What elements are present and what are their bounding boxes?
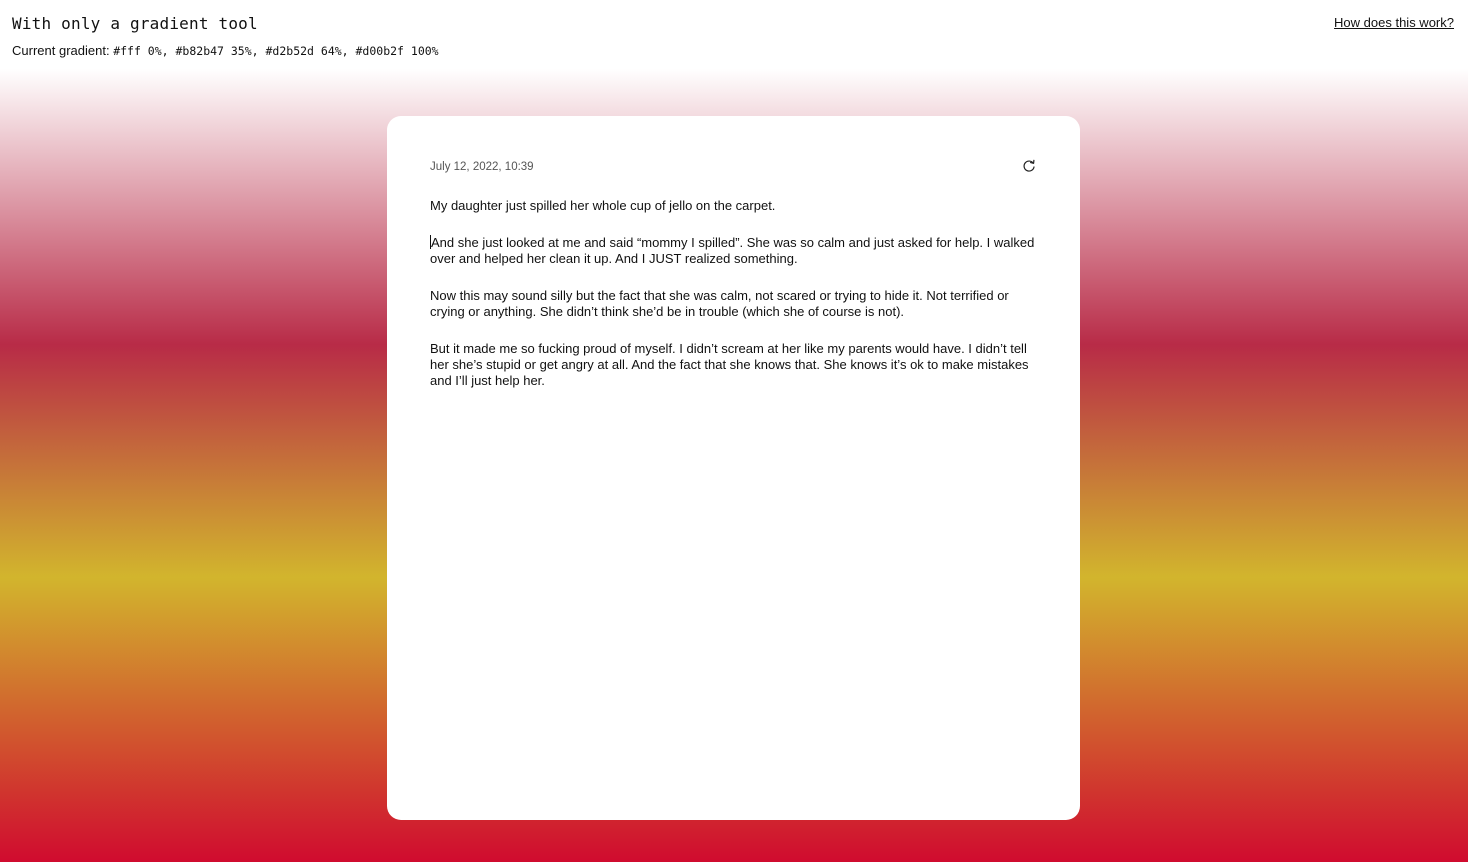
refresh-icon[interactable] xyxy=(1021,158,1037,174)
gradient-label: Current gradient: xyxy=(12,43,110,58)
how-does-this-work-link[interactable]: How does this work? xyxy=(1334,15,1454,30)
current-gradient: Current gradient: #fff 0%, #b82b47 35%, … xyxy=(12,43,439,58)
entry-paragraph-4: But it made me so fucking proud of mysel… xyxy=(430,341,1029,388)
entry-paragraph-2-text: And she just looked at me and said “momm… xyxy=(430,235,1035,266)
journal-entry-editor[interactable]: My daughter just spilled her whole cup o… xyxy=(430,198,1042,410)
entry-paragraph-1: My daughter just spilled her whole cup o… xyxy=(430,198,776,213)
gradient-value: #fff 0%, #b82b47 35%, #d2b52d 64%, #d00b… xyxy=(113,44,439,58)
entry-paragraph-2: And she just looked at me and said “momm… xyxy=(430,235,1042,267)
entry-paragraph-3: Now this may sound silly but the fact th… xyxy=(430,288,1009,319)
journal-card: July 12, 2022, 10:39 My daughter just sp… xyxy=(387,116,1080,820)
entry-timestamp: July 12, 2022, 10:39 xyxy=(430,161,534,173)
page-title: With only a gradient tool xyxy=(12,14,258,33)
